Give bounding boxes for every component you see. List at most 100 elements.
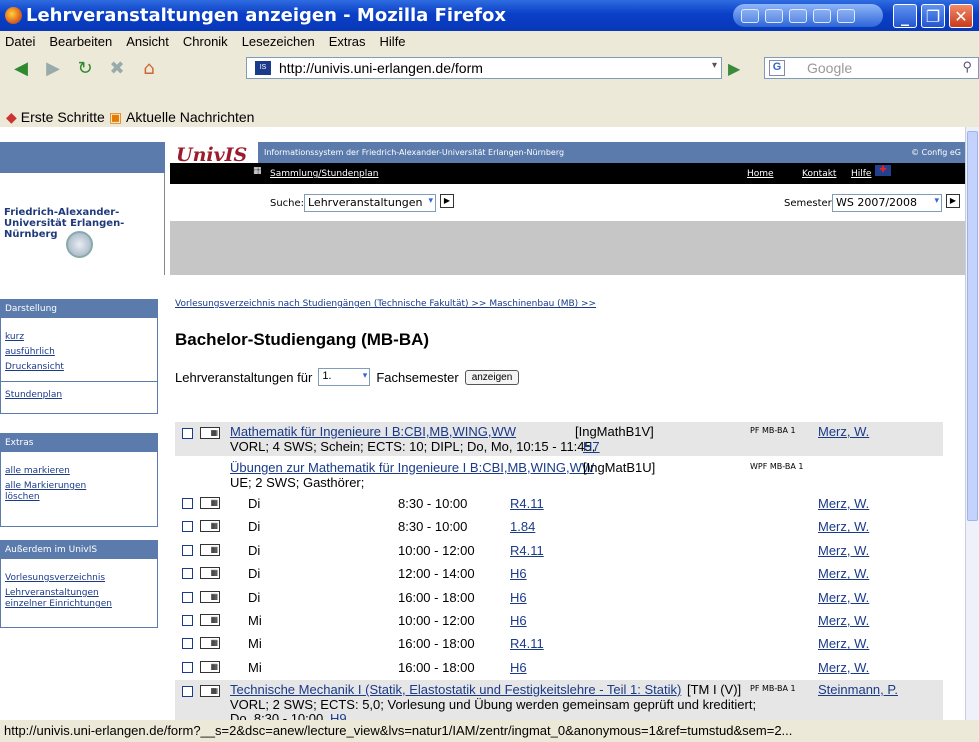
address-dropdown-icon[interactable]: ▾ xyxy=(712,60,717,71)
back-icon[interactable]: ◀ xyxy=(8,56,34,80)
university-seal-icon xyxy=(66,231,93,258)
lecturer-link[interactable]: Merz, W. xyxy=(818,496,869,511)
timetable-icon[interactable]: ▦ xyxy=(200,567,220,580)
semester-go-button[interactable]: ▶ xyxy=(946,194,960,208)
search-row: Suche: Lehrveranstaltungen ▾ ▶ Semester: … xyxy=(170,189,965,219)
panel-title: Darstellung xyxy=(1,300,157,318)
session-room-link[interactable]: H6 xyxy=(510,590,527,605)
session-room-link[interactable]: R4.11 xyxy=(510,636,544,651)
lecturer-link[interactable]: Merz, W. xyxy=(818,613,869,628)
mark-checkbox[interactable] xyxy=(182,638,193,650)
lecturer-link[interactable]: Steinmann, P. xyxy=(818,682,898,697)
nav-hilfe-link[interactable]: Hilfe xyxy=(851,169,871,179)
link-markierungen-loeschen[interactable]: alle Markierungen löschen xyxy=(1,479,121,505)
lecturer-link[interactable]: Merz, W. xyxy=(818,590,869,605)
session-room-link[interactable]: R4.11 xyxy=(510,543,544,558)
lecture-info: UE; 2 SWS; Gasthörer; xyxy=(230,475,365,490)
timetable-icon[interactable]: ▦ xyxy=(200,637,220,650)
lecturer-link[interactable]: Merz, W. xyxy=(818,660,869,675)
menu-ansicht[interactable]: Ansicht xyxy=(126,34,169,49)
menu-datei[interactable]: Datei xyxy=(5,34,35,49)
search-icon[interactable]: ⚲ xyxy=(962,59,972,75)
session-time: 12:00 - 14:00 xyxy=(398,566,475,582)
breadcrumb[interactable]: Vorlesungsverzeichnis nach Studiengängen… xyxy=(175,299,596,309)
mark-checkbox[interactable] xyxy=(182,615,193,626)
stop-icon[interactable]: ✖ xyxy=(104,56,130,80)
lecturer-link[interactable]: Merz, W. xyxy=(818,566,869,581)
semester-select[interactable]: WS 2007/2008 ▾ xyxy=(832,194,942,212)
lecturer-link[interactable]: Merz, W. xyxy=(818,636,869,651)
anzeigen-button[interactable]: anzeigen xyxy=(464,369,520,385)
session-room-link[interactable]: H6 xyxy=(510,566,527,581)
mark-checkbox[interactable] xyxy=(182,661,193,673)
lecture-room-link[interactable]: H7 xyxy=(583,439,600,454)
bookmark-nachrichten[interactable]: Aktuelle Nachrichten xyxy=(126,109,254,125)
lecturer-link[interactable]: Merz, W. xyxy=(818,543,869,558)
scrollbar-thumb[interactable] xyxy=(967,131,978,521)
search-go-button[interactable]: ▶ xyxy=(440,194,454,208)
link-druckansicht[interactable]: Druckansicht xyxy=(1,360,157,375)
sammlung-link[interactable]: Sammlung/Stundenplan xyxy=(270,169,378,179)
menu-bearbeiten[interactable]: Bearbeiten xyxy=(49,34,112,49)
mark-checkbox[interactable] xyxy=(182,498,193,509)
session-time: 16:00 - 18:00 xyxy=(398,659,475,675)
menu-extras[interactable]: Extras xyxy=(329,34,366,49)
forward-icon[interactable]: ▶ xyxy=(40,56,66,80)
session-room-link[interactable]: 1.84 xyxy=(510,519,535,534)
lecturer-link[interactable]: Merz, W. xyxy=(818,424,869,439)
menu-lesezeichen[interactable]: Lesezeichen xyxy=(242,34,315,49)
link-alle-markieren[interactable]: alle markieren xyxy=(1,464,157,479)
mark-checkbox[interactable] xyxy=(182,568,193,580)
mark-checkbox[interactable] xyxy=(182,686,193,697)
timetable-icon[interactable]: ▦ xyxy=(200,427,220,439)
vertical-scrollbar[interactable] xyxy=(965,127,979,720)
fachsemester-select[interactable]: 1. ▾ xyxy=(318,368,371,386)
session-day: Mi xyxy=(248,636,262,652)
minimize-button[interactable]: _ xyxy=(893,4,917,28)
link-einrichtungen[interactable]: Lehrveranstaltungen einzelner Einrichtun… xyxy=(1,586,141,612)
timetable-icon[interactable]: ▦ xyxy=(200,590,220,603)
session-room-link[interactable]: R4.11 xyxy=(510,496,544,511)
navigation-toolbar: ◀ ▶ ↻ ✖ ⌂ IS http://univis.uni-erlangen.… xyxy=(0,51,979,127)
lecture-title-link[interactable]: Übungen zur Mathematik für Ingenieure I … xyxy=(230,460,594,475)
session-room-link[interactable]: H6 xyxy=(510,660,527,675)
firefox-icon xyxy=(5,7,22,24)
timetable-icon[interactable]: ▦ xyxy=(200,520,220,533)
close-button[interactable]: ✕ xyxy=(949,4,973,28)
mark-checkbox[interactable] xyxy=(182,428,193,439)
menu-chronik[interactable]: Chronik xyxy=(183,34,228,49)
menu-hilfe[interactable]: Hilfe xyxy=(380,34,406,49)
timetable-icon[interactable]: ▦ xyxy=(200,614,220,626)
google-icon[interactable]: G xyxy=(769,60,785,76)
timetable-icon[interactable]: ▦ xyxy=(200,660,220,673)
session-room-link[interactable]: H6 xyxy=(510,613,527,628)
lecture-title-link[interactable]: Technische Mechanik I (Statik, Elastosta… xyxy=(230,682,681,697)
timetable-icon[interactable]: ▦ xyxy=(200,497,220,509)
mark-checkbox[interactable] xyxy=(182,544,193,556)
nav-kontakt-link[interactable]: Kontakt xyxy=(802,169,836,179)
nav-home-link[interactable]: Home xyxy=(747,169,774,179)
link-vorlesungsverzeichnis[interactable]: Vorlesungsverzeichnis xyxy=(1,571,157,586)
maximize-button[interactable]: ❐ xyxy=(921,4,945,28)
link-kurz[interactable]: kurz xyxy=(1,330,157,345)
go-icon[interactable]: ▶ xyxy=(728,59,740,78)
copyright: © Config eG xyxy=(911,148,961,157)
main-content: Vorlesungsverzeichnis nach Studiengängen… xyxy=(175,295,965,386)
lecturer-link[interactable]: Merz, W. xyxy=(818,519,869,534)
home-icon[interactable]: ⌂ xyxy=(136,56,162,80)
reload-icon[interactable]: ↻ xyxy=(72,56,98,80)
search-input[interactable]: G Google ⚲ xyxy=(764,57,979,79)
link-ausfuehrlich[interactable]: ausführlich xyxy=(1,345,157,360)
lecture-room-link[interactable]: H9 xyxy=(330,711,347,720)
mark-checkbox[interactable] xyxy=(182,521,193,533)
session-row: ▦ Mi 16:00 - 18:00 H6 Merz, W. xyxy=(175,656,943,680)
search-select[interactable]: Lehrveranstaltungen ▾ xyxy=(304,194,436,212)
bookmark-erste-schritte[interactable]: Erste Schritte xyxy=(21,109,105,125)
uk-flag-icon[interactable]: ✚ xyxy=(875,165,891,176)
mark-checkbox[interactable] xyxy=(182,591,193,603)
link-stundenplan[interactable]: Stundenplan xyxy=(1,388,157,403)
timetable-icon[interactable]: ▦ xyxy=(200,685,220,697)
timetable-icon[interactable]: ▦ xyxy=(200,543,220,556)
lecture-title-link[interactable]: Mathematik für Ingenieure I B:CBI,MB,WIN… xyxy=(230,424,516,439)
address-bar[interactable]: IS http://univis.uni-erlangen.de/form ▾ xyxy=(246,57,722,79)
